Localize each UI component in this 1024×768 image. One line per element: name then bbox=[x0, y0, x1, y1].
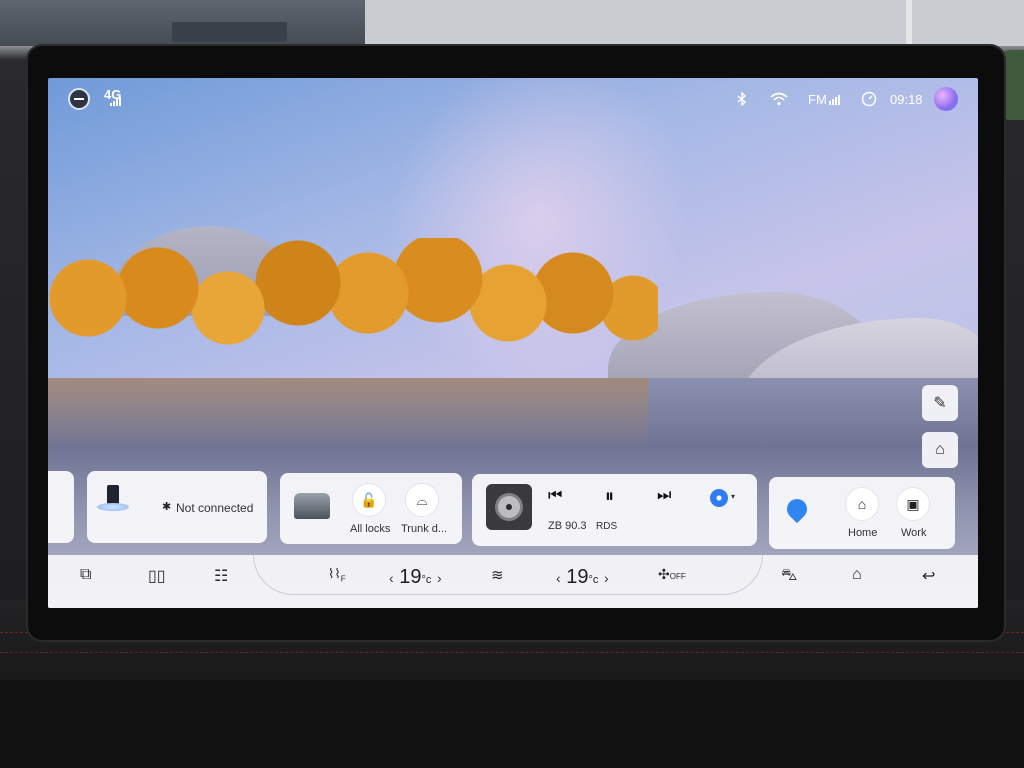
previous-button[interactable]: ⏮ bbox=[548, 487, 562, 505]
vehicle-icon[interactable]: ⛍ bbox=[781, 566, 798, 586]
home-icon: ⌂ bbox=[857, 496, 867, 512]
radio-source-icon[interactable] bbox=[710, 489, 728, 507]
home-icon[interactable]: ⌂ bbox=[852, 566, 862, 584]
locks-button[interactable]: 🔓 bbox=[352, 483, 386, 517]
split-screen-icon[interactable]: ▯▯ bbox=[148, 566, 166, 586]
fan-status: OFF bbox=[669, 572, 686, 581]
driver-temp-value: 19 bbox=[399, 566, 422, 588]
radio-band: FM bbox=[808, 92, 827, 107]
rds-label: RDS bbox=[596, 521, 618, 532]
map-pin-icon bbox=[782, 494, 812, 524]
paint-button[interactable]: ✎ bbox=[922, 385, 958, 421]
home-swap-button[interactable]: ⌂ bbox=[922, 432, 958, 468]
paint-icon: ✎ bbox=[933, 395, 947, 412]
apps-grid-icon[interactable]: ☷ bbox=[214, 566, 228, 586]
wallpaper-reflection bbox=[48, 378, 648, 448]
album-art bbox=[486, 484, 532, 530]
navigation-card[interactable]: ⌂ Home ▣ Work bbox=[769, 477, 955, 549]
fan-control[interactable]: ✣OFF bbox=[658, 566, 686, 583]
home-label: Home bbox=[848, 527, 878, 539]
infotainment-screen: 4G FM 09:18 ✎ ⌂ ✱ Not connected 🔓 All lo… bbox=[48, 78, 978, 608]
background-sign bbox=[172, 22, 287, 42]
lock-icon: 🔓 bbox=[360, 491, 378, 508]
temp-down-icon[interactable]: ‹ bbox=[389, 570, 394, 586]
trunk-icon: ⌓ bbox=[416, 491, 428, 508]
assistant-icon[interactable] bbox=[934, 87, 958, 111]
background-sky bbox=[365, 0, 1024, 46]
driver-temp-unit: °c bbox=[421, 574, 432, 586]
driver-temperature[interactable]: ‹ 19°c › bbox=[389, 566, 442, 589]
vehicle-thumbnail bbox=[294, 493, 330, 519]
media-card[interactable]: ⏮ ⏸ ⏭ ▾ ZB 90.3 RDS bbox=[472, 474, 757, 546]
gauge-icon[interactable] bbox=[861, 91, 877, 107]
wifi-icon[interactable] bbox=[770, 92, 788, 106]
temp-up-icon[interactable]: › bbox=[437, 570, 442, 586]
clock: 09:18 bbox=[890, 92, 923, 107]
trunk-label: Trunk d... bbox=[401, 523, 448, 535]
phone-card[interactable]: ✱ Not connected bbox=[87, 471, 267, 543]
temp-down-icon[interactable]: ‹ bbox=[556, 570, 561, 586]
chevron-down-icon[interactable]: ▾ bbox=[731, 492, 735, 501]
back-icon[interactable]: ↩ bbox=[922, 566, 935, 586]
briefcase-icon: ▣ bbox=[906, 495, 920, 512]
home-swap-icon: ⌂ bbox=[935, 441, 945, 458]
minimize-icon[interactable] bbox=[68, 88, 90, 110]
locks-label: All locks bbox=[350, 523, 391, 535]
phone-status: Not connected bbox=[176, 501, 254, 515]
wallpaper-trees bbox=[48, 238, 658, 368]
signal-icon bbox=[110, 97, 121, 106]
partial-card[interactable] bbox=[48, 471, 74, 543]
station-name: ZB 90.3 bbox=[548, 520, 587, 532]
work-label: Work bbox=[901, 527, 927, 539]
dashboard-lower bbox=[0, 680, 1024, 768]
pause-button[interactable]: ⏸ bbox=[605, 486, 614, 507]
background-pole bbox=[906, 0, 912, 46]
trunk-button[interactable]: ⌓ bbox=[405, 483, 439, 517]
rear-defrost-icon[interactable]: ⌇⌇F bbox=[328, 566, 346, 584]
next-button[interactable]: ⏭ bbox=[657, 487, 671, 505]
radio-signal-icon bbox=[829, 95, 840, 105]
airflow-icon[interactable]: ≋ bbox=[491, 566, 504, 584]
vehicle-card[interactable]: 🔓 All locks ⌓ Trunk d... bbox=[280, 473, 462, 544]
status-bar: 4G FM 09:18 bbox=[48, 78, 978, 118]
home-destination-button[interactable]: ⌂ bbox=[845, 487, 879, 521]
bluetooth-icon[interactable] bbox=[736, 92, 748, 106]
dashboard-stitch bbox=[0, 652, 1024, 653]
passenger-temperature[interactable]: ‹ 19°c › bbox=[556, 566, 609, 589]
multi-window-icon[interactable]: ⧉ bbox=[80, 566, 91, 584]
defrost-label: F bbox=[340, 574, 346, 584]
temp-up-icon[interactable]: › bbox=[604, 570, 609, 586]
work-destination-button[interactable]: ▣ bbox=[896, 487, 930, 521]
passenger-temp-value: 19 bbox=[566, 566, 589, 588]
passenger-temp-unit: °c bbox=[588, 574, 599, 586]
bluetooth-icon: ✱ bbox=[162, 501, 172, 513]
